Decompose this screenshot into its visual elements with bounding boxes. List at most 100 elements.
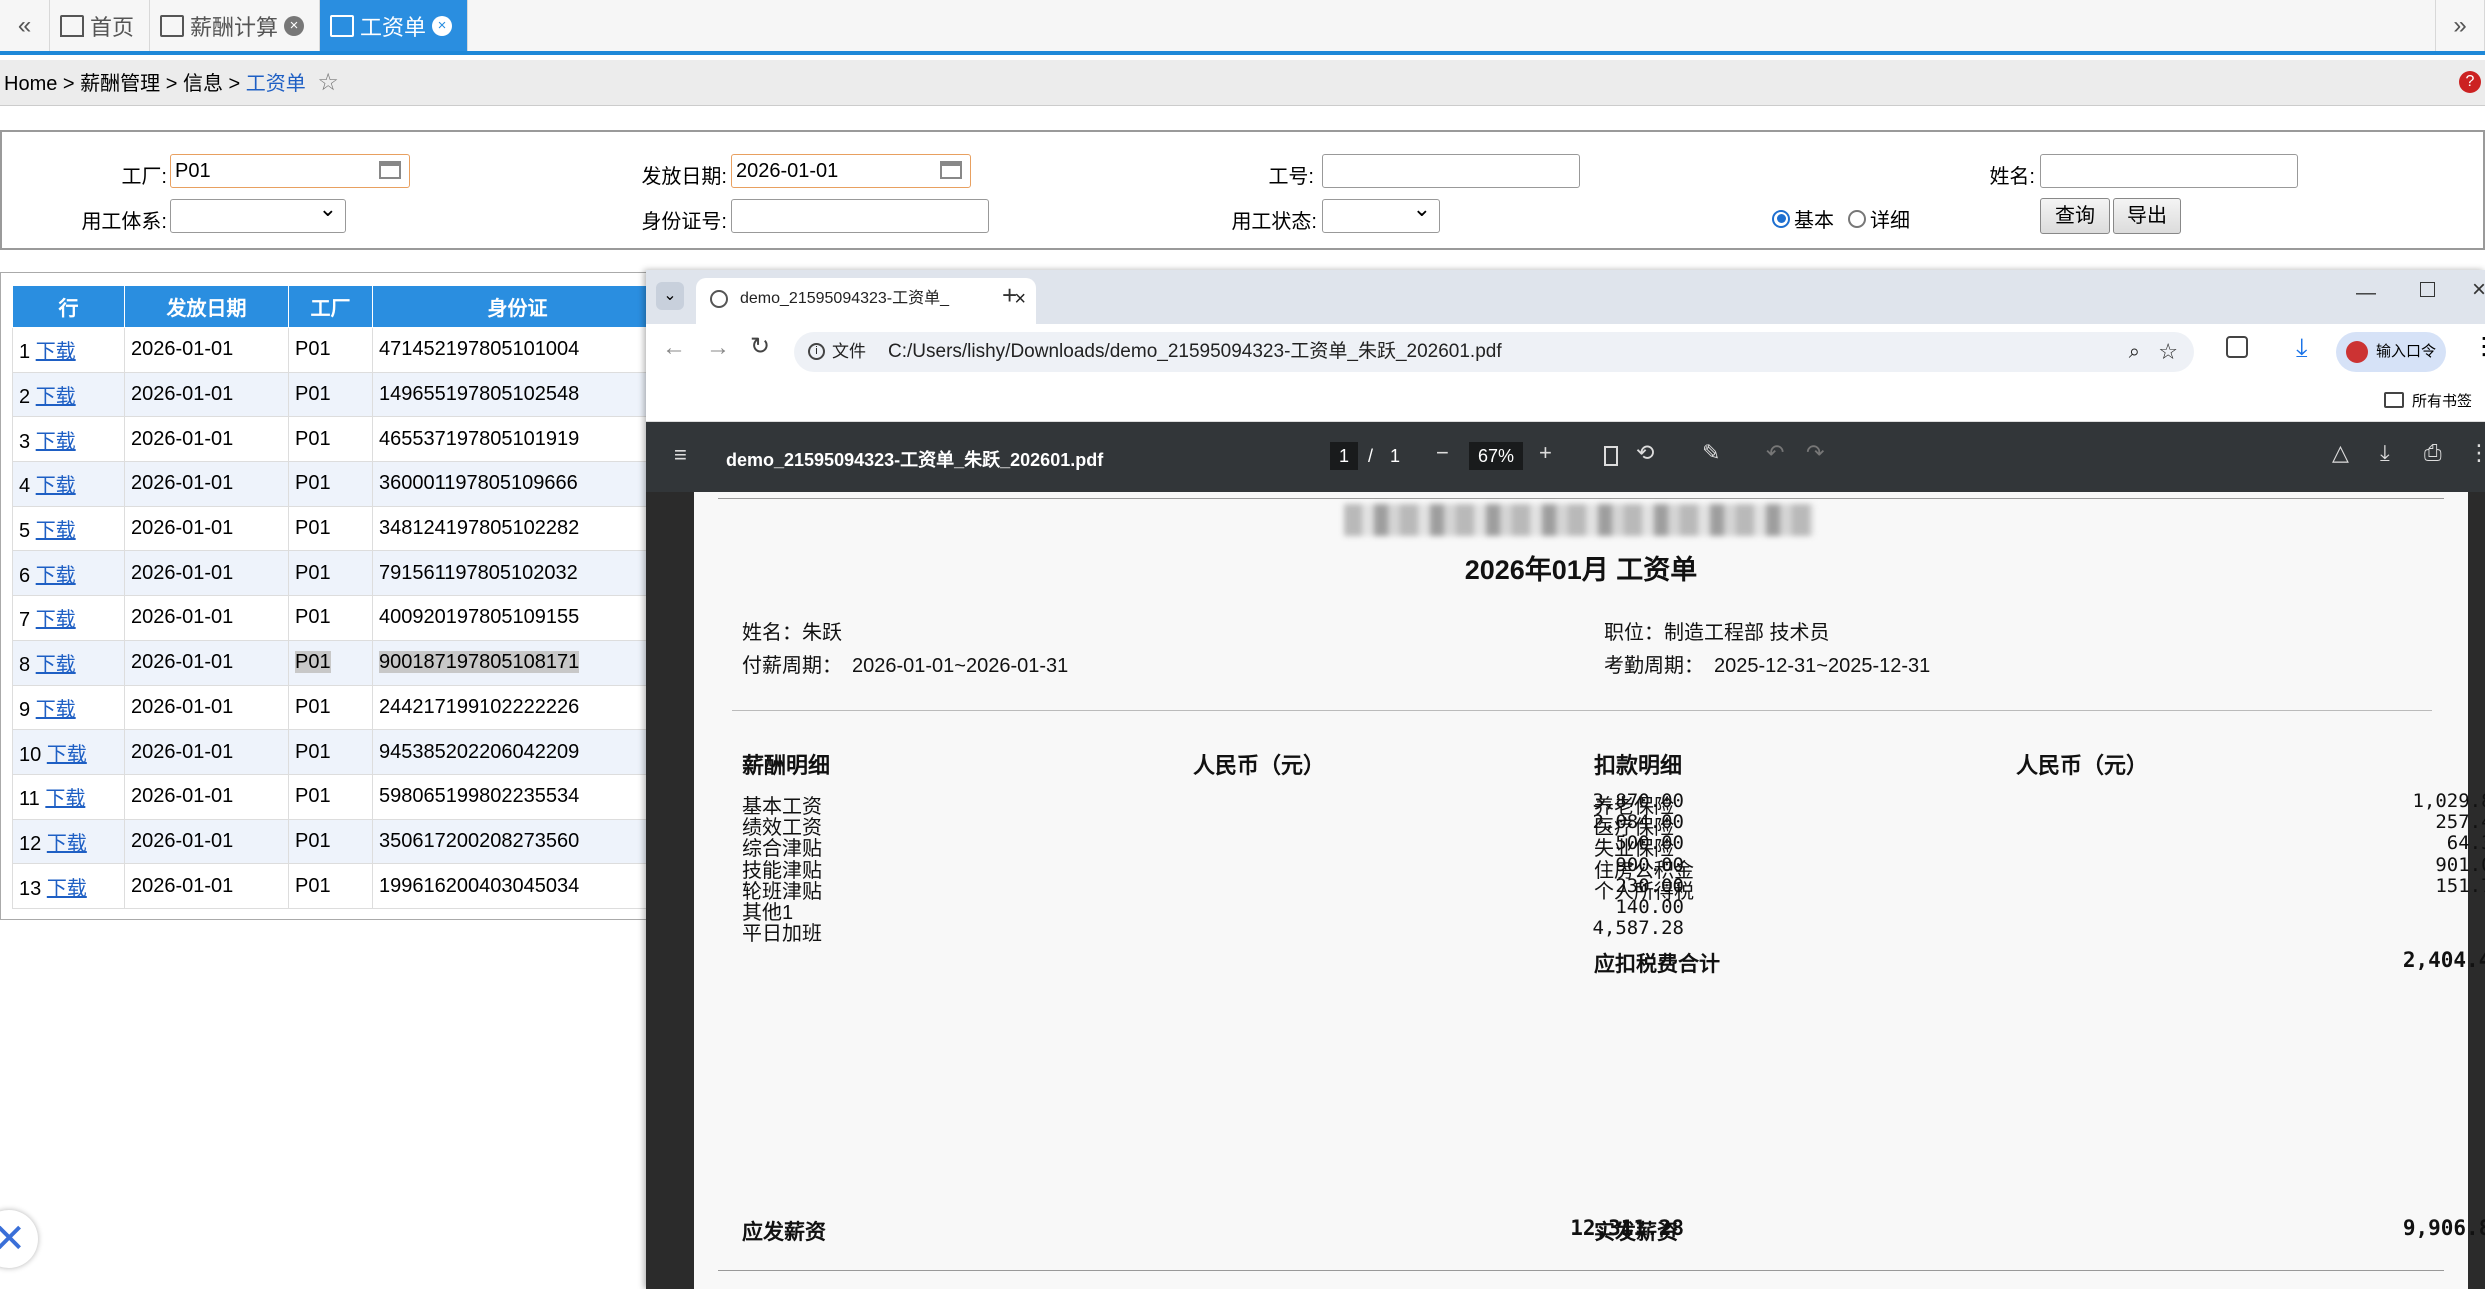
id-value: 900187197805108171 bbox=[379, 651, 580, 674]
name-input[interactable] bbox=[2040, 154, 2298, 188]
pay-date-input[interactable]: 2026-01-01 bbox=[731, 154, 971, 188]
tab-search-icon[interactable]: ⌄ bbox=[656, 282, 684, 310]
zoom-icon[interactable]: ⌕ bbox=[2129, 332, 2140, 372]
col-header-id[interactable]: 身份证 bbox=[372, 285, 663, 328]
col-header-factory[interactable]: 工厂 bbox=[288, 285, 373, 328]
query-button[interactable]: 查询 bbox=[2040, 198, 2110, 234]
reload-icon[interactable]: ↻ bbox=[750, 332, 770, 361]
download-link[interactable]: 下载 bbox=[47, 878, 87, 900]
star-icon[interactable]: ☆ bbox=[317, 69, 339, 96]
download-link[interactable]: 下载 bbox=[36, 431, 76, 453]
radio-detail[interactable] bbox=[1848, 209, 1866, 228]
calendar-icon[interactable] bbox=[379, 161, 401, 179]
close-window-icon[interactable]: × bbox=[2472, 276, 2485, 304]
table-row[interactable]: 1 下载 2026-01-01 P01 471452197805101004 bbox=[12, 327, 663, 373]
url-text: C:/Users/lishy/Downloads/demo_2159509432… bbox=[888, 341, 1502, 362]
url-field[interactable]: i 文件 C:/Users/lishy/Downloads/demo_21595… bbox=[794, 332, 2194, 372]
download-link[interactable]: 下载 bbox=[36, 565, 76, 587]
download-link[interactable]: 下载 bbox=[45, 788, 85, 810]
download-link[interactable]: 下载 bbox=[36, 520, 76, 542]
table-row[interactable]: 6 下载 2026-01-01 P01 791561197805102032 bbox=[12, 550, 663, 597]
date-cell: 2026-01-01 bbox=[124, 461, 289, 507]
earnings-header: 薪酬明细 bbox=[742, 753, 831, 778]
download-link[interactable]: 下载 bbox=[36, 699, 76, 721]
all-bookmarks[interactable]: 所有书签 bbox=[2412, 390, 2472, 411]
table-row[interactable]: 4 下载 2026-01-01 P01 360001197805109666 bbox=[12, 461, 663, 507]
table-row[interactable]: 10 下载 2026-01-01 P01 945385202206042209 bbox=[12, 729, 663, 775]
tab-home[interactable]: 首页 bbox=[50, 0, 150, 51]
table-row[interactable]: 12 下载 2026-01-01 P01 350617200208273560 bbox=[12, 818, 663, 865]
download-link[interactable]: 下载 bbox=[47, 833, 87, 855]
minimize-icon[interactable]: — bbox=[2356, 282, 2376, 305]
factory-input[interactable]: P01 bbox=[170, 154, 410, 188]
tab-payslip[interactable]: 工资单 × bbox=[320, 0, 468, 51]
export-button[interactable]: 导出 bbox=[2113, 198, 2181, 234]
bookmark-star-icon[interactable]: ☆ bbox=[2158, 332, 2178, 372]
row-number: 1 bbox=[19, 341, 31, 364]
col-header-date[interactable]: 发放日期 bbox=[124, 285, 289, 328]
radio-basic[interactable] bbox=[1772, 209, 1790, 228]
scroll-right-icon[interactable]: » bbox=[2435, 0, 2485, 51]
download-link[interactable]: 下载 bbox=[36, 654, 76, 676]
breadcrumb-item[interactable]: 信息 bbox=[183, 73, 223, 95]
menu-dots-icon[interactable]: ⋮ bbox=[2472, 332, 2485, 361]
factory-value: P01 bbox=[295, 338, 331, 361]
table-row[interactable]: 2 下载 2026-01-01 P01 149655197805102548 bbox=[12, 371, 663, 418]
info-icon[interactable]: i bbox=[808, 343, 825, 360]
download-link[interactable]: 下载 bbox=[36, 386, 76, 408]
scroll-left-icon[interactable]: « bbox=[0, 0, 50, 51]
deductions-header: 扣款明细 bbox=[1594, 753, 1683, 778]
earnings-currency: 人民币（元） bbox=[1193, 753, 1326, 778]
download-link[interactable]: 下载 bbox=[47, 744, 87, 766]
calendar-icon[interactable] bbox=[940, 161, 962, 179]
table-row[interactable]: 7 下载 2026-01-01 P01 400920197805109155 bbox=[12, 595, 663, 641]
table-row[interactable]: 11 下载 2026-01-01 P01 598065199802235534 bbox=[12, 773, 663, 820]
floating-assistant-icon[interactable]: ✕ bbox=[0, 1210, 38, 1268]
close-icon[interactable]: × bbox=[432, 15, 453, 36]
pdf-download-icon[interactable]: ⤓ bbox=[2380, 440, 2390, 466]
sidebar-menu-icon[interactable]: ≡ bbox=[674, 442, 687, 468]
rotate-icon[interactable]: ⟲ bbox=[1636, 440, 1654, 466]
page-number-input[interactable]: 1 bbox=[1330, 442, 1358, 470]
browser-tab[interactable]: demo_21595094323-工资单_ × bbox=[696, 278, 1036, 324]
new-tab-icon[interactable]: + bbox=[1002, 280, 1017, 311]
drive-save-icon[interactable]: △ bbox=[2332, 440, 2349, 466]
col-header-row[interactable]: 行 bbox=[12, 285, 125, 328]
tab-salary-calc[interactable]: 薪酬计算 × bbox=[150, 0, 320, 51]
zoom-out-icon[interactable]: − bbox=[1436, 440, 1449, 466]
table-row[interactable]: 9 下载 2026-01-01 P01 244217199102222226 bbox=[12, 684, 663, 731]
breadcrumb-home[interactable]: Home bbox=[4, 73, 57, 95]
undo-icon[interactable]: ↶ bbox=[1766, 440, 1784, 466]
table-row[interactable]: 13 下载 2026-01-01 P01 199616200403045034 bbox=[12, 863, 663, 909]
status-select[interactable] bbox=[1322, 196, 1440, 233]
breadcrumb-item[interactable]: 薪酬管理 bbox=[80, 73, 160, 95]
row-number: 12 bbox=[19, 832, 42, 855]
download-link[interactable]: 下载 bbox=[36, 609, 76, 631]
id-input[interactable] bbox=[731, 199, 989, 233]
fit-page-icon[interactable] bbox=[1604, 446, 1618, 466]
id-value: 199616200403045034 bbox=[379, 874, 580, 897]
redo-icon[interactable]: ↷ bbox=[1806, 440, 1824, 466]
tab-bar: « 首页 薪酬计算 × 工资单 × » bbox=[0, 0, 2485, 55]
back-icon[interactable]: ← bbox=[662, 334, 686, 362]
table-row[interactable]: 8 下载 2026-01-01 P01 900187197805108171 bbox=[12, 639, 663, 686]
forward-icon[interactable]: → bbox=[706, 334, 730, 362]
zoom-in-icon[interactable]: + bbox=[1539, 440, 1552, 466]
table-row[interactable]: 5 下载 2026-01-01 P01 348124197805102282 bbox=[12, 505, 663, 552]
tab-label: 首页 bbox=[90, 14, 135, 40]
download-link[interactable]: 下载 bbox=[36, 341, 76, 363]
emp-no-input[interactable] bbox=[1322, 154, 1580, 188]
annotate-icon[interactable]: ✎ bbox=[1702, 440, 1720, 466]
download-icon[interactable]: ⤓ bbox=[2296, 332, 2308, 364]
zoom-level[interactable]: 67% bbox=[1469, 442, 1523, 470]
extensions-icon[interactable] bbox=[2226, 336, 2248, 358]
more-icon[interactable]: ⋮ bbox=[2468, 440, 2485, 466]
profile-button[interactable]: 输入口令 bbox=[2336, 332, 2446, 372]
table-row[interactable]: 3 下载 2026-01-01 P01 465537197805101919 bbox=[12, 416, 663, 463]
maximize-icon[interactable] bbox=[2420, 282, 2435, 297]
system-select[interactable] bbox=[170, 196, 346, 233]
help-icon[interactable]: ? bbox=[2459, 71, 2481, 93]
download-link[interactable]: 下载 bbox=[36, 475, 76, 497]
close-icon[interactable]: × bbox=[284, 15, 305, 36]
print-icon[interactable]: ⎙ bbox=[2424, 440, 2442, 466]
